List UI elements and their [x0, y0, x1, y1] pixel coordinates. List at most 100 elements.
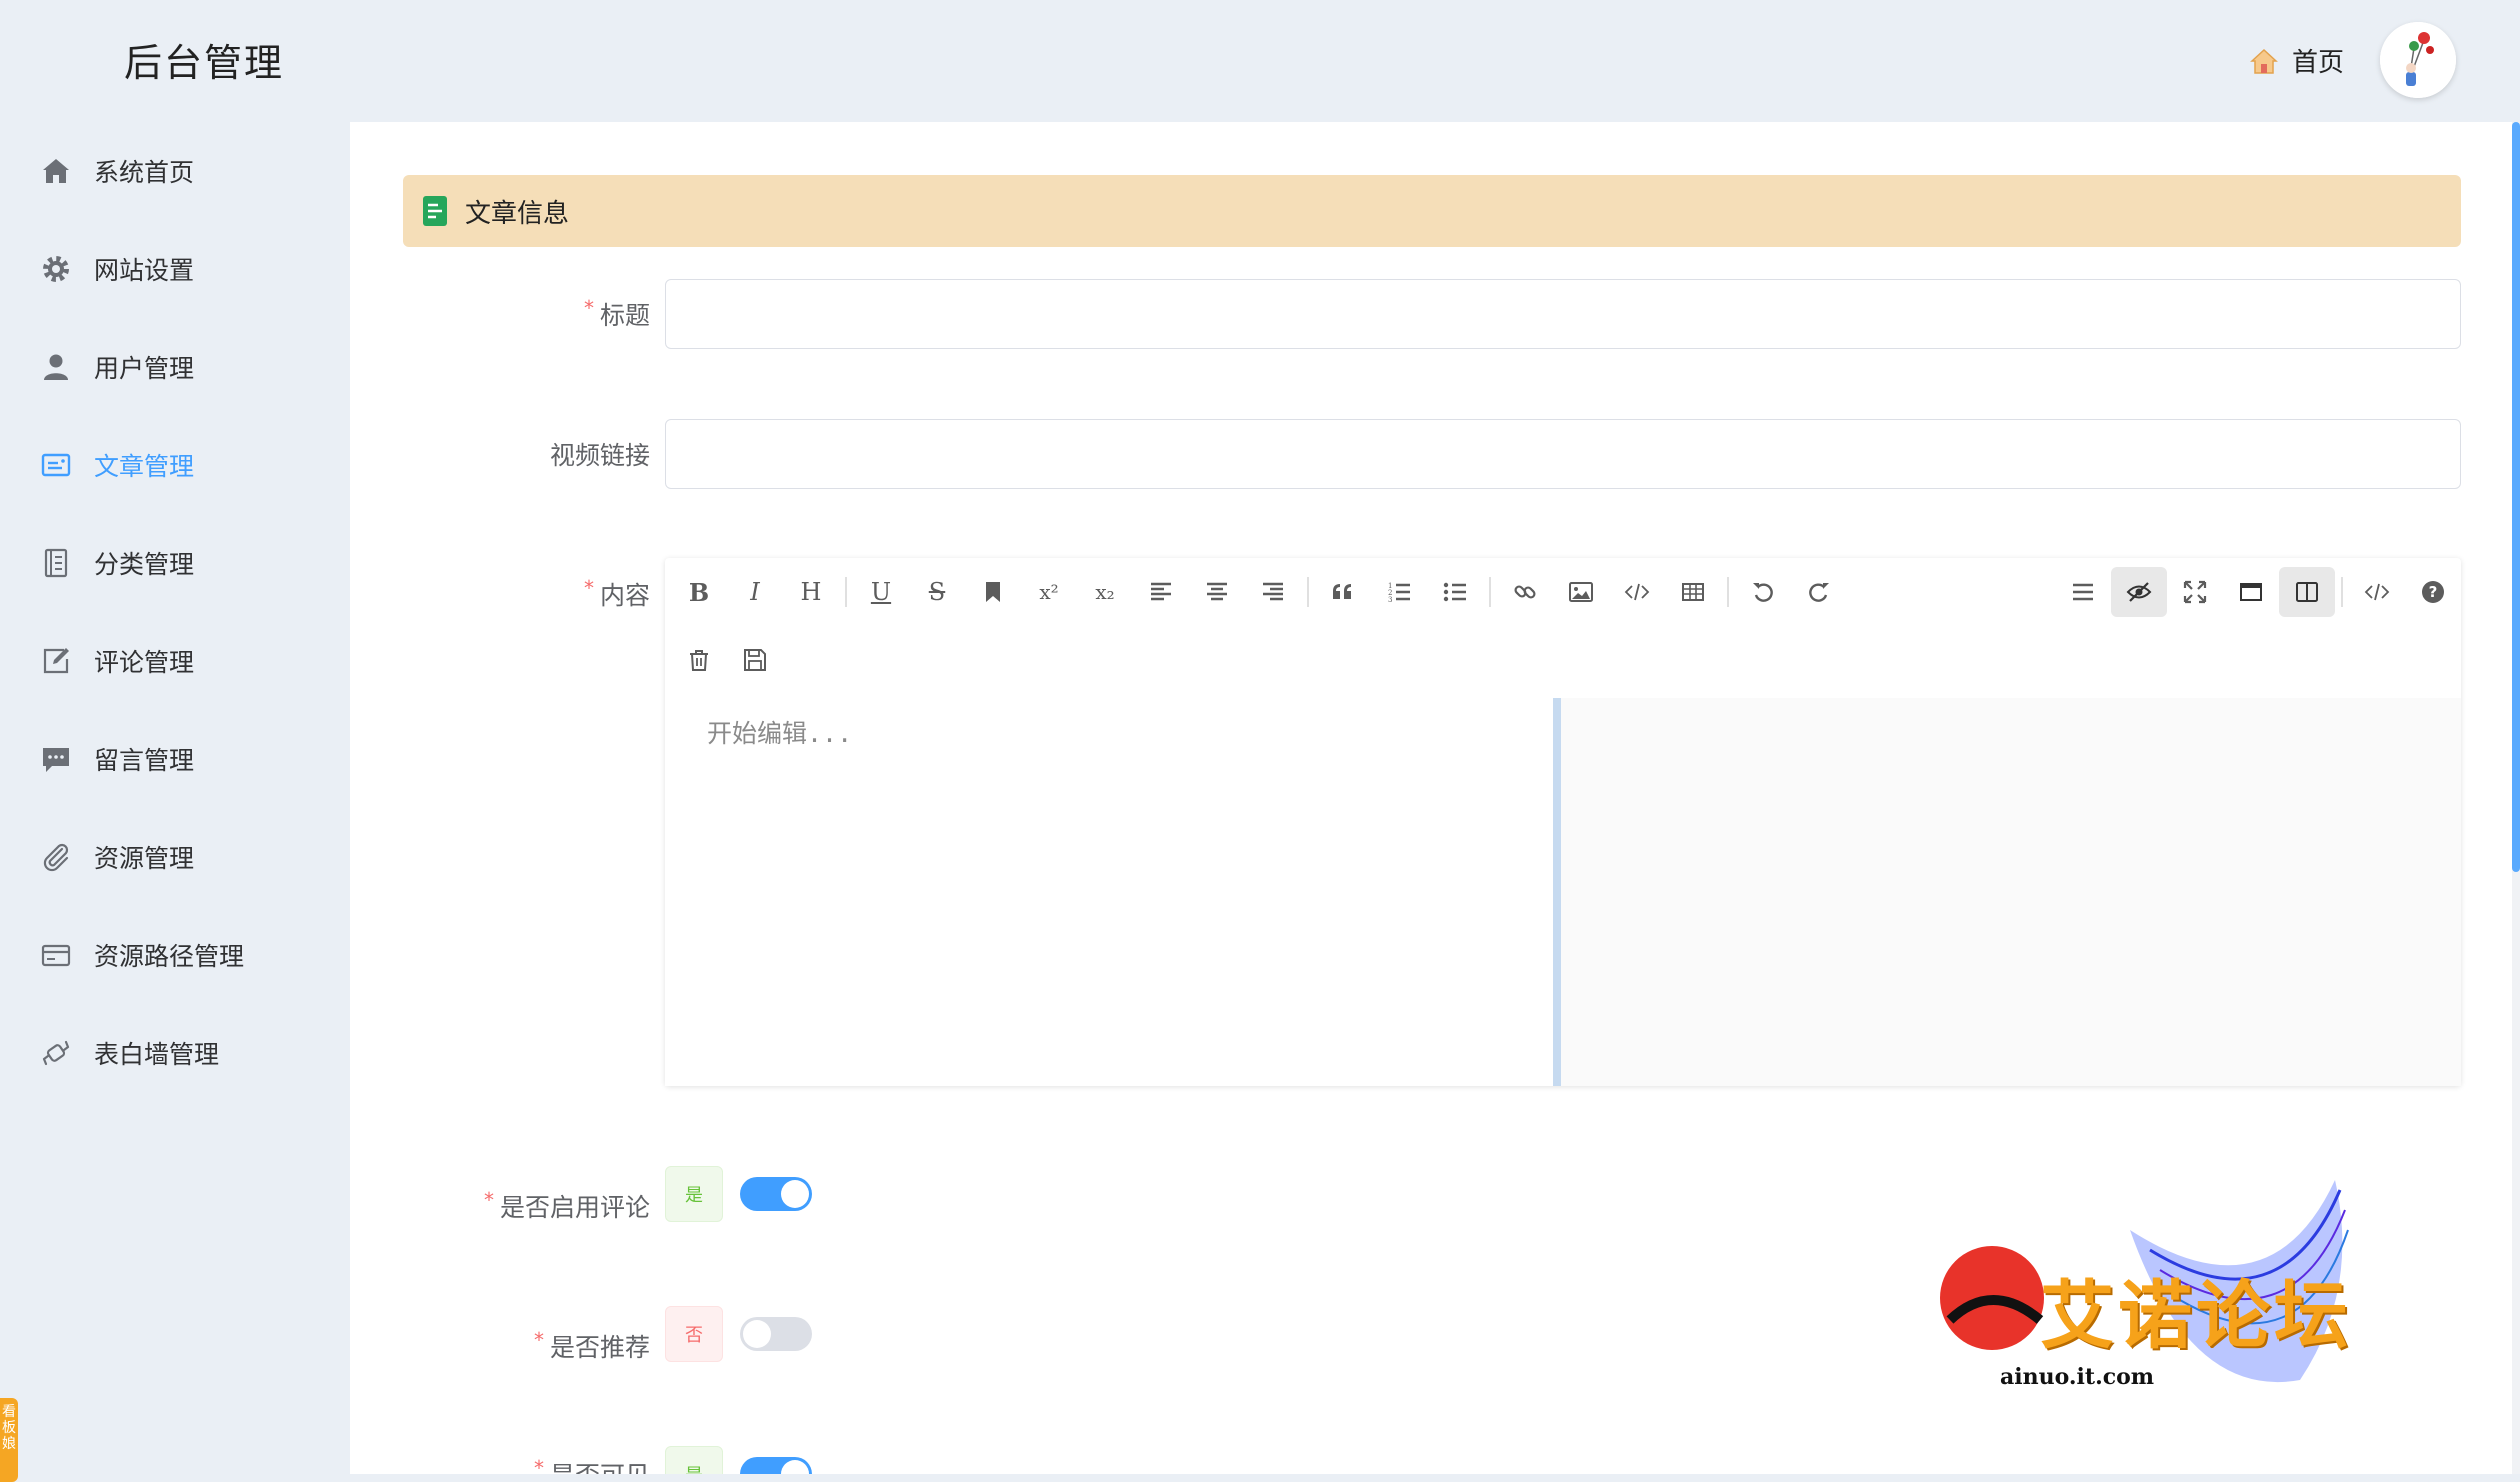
sidebar-item-confession-wall-management[interactable]: 表白墙管理 [0, 1004, 350, 1102]
heading-button[interactable]: H [783, 567, 839, 617]
required-mark: * [583, 576, 594, 600]
save-button[interactable] [727, 635, 783, 685]
house-icon [2250, 48, 2278, 74]
home-link[interactable]: 首页 [2248, 42, 2344, 79]
strikethrough-button[interactable]: S [909, 567, 965, 617]
message-icon [43, 748, 69, 772]
redo-button[interactable] [1791, 567, 1847, 617]
align-center-icon [1207, 582, 1227, 601]
live2d-side-tab[interactable]: 看板娘 [0, 1398, 18, 1482]
comment-enable-switch[interactable] [740, 1177, 812, 1211]
mark-button[interactable] [965, 567, 1021, 617]
visible-status-tag: 是 [665, 1446, 723, 1474]
video-link-input[interactable] [665, 419, 2461, 489]
trash-icon [690, 650, 708, 671]
bold-button[interactable]: B [671, 567, 727, 617]
help-icon: ? [2422, 581, 2444, 603]
category-icon [44, 548, 68, 578]
switch-knob [743, 1320, 771, 1348]
home-link-label: 首页 [2292, 48, 2345, 78]
avatar[interactable] [2380, 22, 2456, 98]
sidebar-item-comment-management[interactable]: 评论管理 [0, 612, 350, 710]
align-right-button[interactable] [1245, 567, 1301, 617]
sidebar-item-site-settings[interactable]: 网站设置 [0, 220, 350, 318]
user-icon [44, 354, 68, 380]
ordered-list-icon: 123 [1388, 582, 1410, 604]
align-right-icon [1263, 582, 1283, 601]
bookmark-icon [986, 582, 1000, 602]
undo-button[interactable] [1735, 567, 1791, 617]
code-button[interactable] [1609, 567, 1665, 617]
section-title: 文章信息 [465, 198, 570, 229]
underline-button[interactable]: U [853, 567, 909, 617]
toolbar-divider [2341, 577, 2343, 607]
editor-placeholder: 开始编辑... [707, 719, 853, 748]
quote-icon [1333, 584, 1351, 599]
app-title: 后台管理 [124, 41, 285, 85]
watermark-url: ainuo.it.com [2000, 1364, 2155, 1390]
sidebar-item-label: 留言管理 [94, 746, 195, 775]
svg-text:?: ? [2429, 583, 2438, 601]
sidebar-item-article-management[interactable]: 文章管理 [0, 416, 350, 514]
image-button[interactable] [1553, 567, 1609, 617]
unordered-list-button[interactable] [1427, 567, 1483, 617]
fullscreen-button[interactable] [2167, 567, 2223, 617]
candy-icon [42, 1040, 70, 1066]
link-button[interactable] [1497, 567, 1553, 617]
video-link-label: 视频链接 [549, 441, 650, 470]
sidebar-item-category-management[interactable]: 分类管理 [0, 514, 350, 612]
required-mark: * [533, 1328, 544, 1352]
preview-toggle-button[interactable] [2111, 567, 2167, 617]
html-code-button[interactable] [2349, 567, 2405, 617]
split-view-button[interactable] [2279, 567, 2335, 617]
image-icon [1569, 582, 1593, 602]
table-button[interactable] [1665, 567, 1721, 617]
editor-split-handle[interactable] [1553, 698, 1561, 1086]
visible-switch[interactable] [740, 1457, 812, 1474]
title-input[interactable] [665, 279, 2461, 349]
window-icon [2240, 583, 2262, 601]
columns-icon [2296, 582, 2318, 602]
switch-knob [781, 1180, 809, 1208]
svg-text:3: 3 [1388, 596, 1392, 604]
editor-toolbar-row-2 [671, 628, 783, 692]
italic-button[interactable]: I [727, 567, 783, 617]
align-left-button[interactable] [1133, 567, 1189, 617]
sidebar-item-label: 资源管理 [94, 844, 195, 873]
recommend-switch[interactable] [740, 1317, 812, 1351]
help-button[interactable]: ? [2405, 567, 2461, 617]
toolbar-divider [1489, 577, 1491, 607]
required-mark: * [533, 1456, 544, 1474]
main-scrollbar[interactable] [2512, 122, 2520, 1474]
sidebar-item-label: 系统首页 [94, 158, 195, 187]
sidebar-item-user-management[interactable]: 用户管理 [0, 318, 350, 416]
sidebar-item-resource-management[interactable]: 资源管理 [0, 808, 350, 906]
save-icon [744, 649, 766, 671]
sidebar-item-message-management[interactable]: 留言管理 [0, 710, 350, 808]
editor-text-area[interactable]: 开始编辑... [665, 698, 1553, 1086]
sidebar-item-system-home[interactable]: 系统首页 [0, 122, 350, 220]
article-icon [41, 453, 71, 477]
clear-button[interactable] [671, 635, 727, 685]
sidebar-item-resource-path-management[interactable]: 资源路径管理 [0, 906, 350, 1004]
eye-slash-icon [2126, 582, 2152, 602]
quote-button[interactable] [1315, 567, 1371, 617]
toolbar-divider [845, 577, 847, 607]
forum-watermark-logo: 艾诺论坛 ainuo.it.com [1940, 1170, 2420, 1420]
visible-label: *是否可见 [350, 1456, 650, 1474]
superscript-button[interactable]: x² [1021, 567, 1077, 617]
subscript-button[interactable]: x₂ [1077, 567, 1133, 617]
scrollbar-thumb[interactable] [2512, 122, 2520, 872]
card-icon [41, 944, 71, 967]
align-center-button[interactable] [1189, 567, 1245, 617]
fullscreen-edit-button[interactable] [2223, 567, 2279, 617]
section-header: 文章信息 [403, 175, 2461, 247]
toolbar-divider [1307, 577, 1309, 607]
editor-toolbar-right: ? [2055, 560, 2461, 624]
navigation-button[interactable] [2055, 567, 2111, 617]
table-icon [1682, 583, 1704, 601]
comment-enable-label: * 是否启用评论 [483, 1188, 650, 1222]
ordered-list-button[interactable]: 123 [1371, 567, 1427, 617]
code-icon [1624, 583, 1650, 601]
editor-preview-pane [1561, 698, 2461, 1086]
